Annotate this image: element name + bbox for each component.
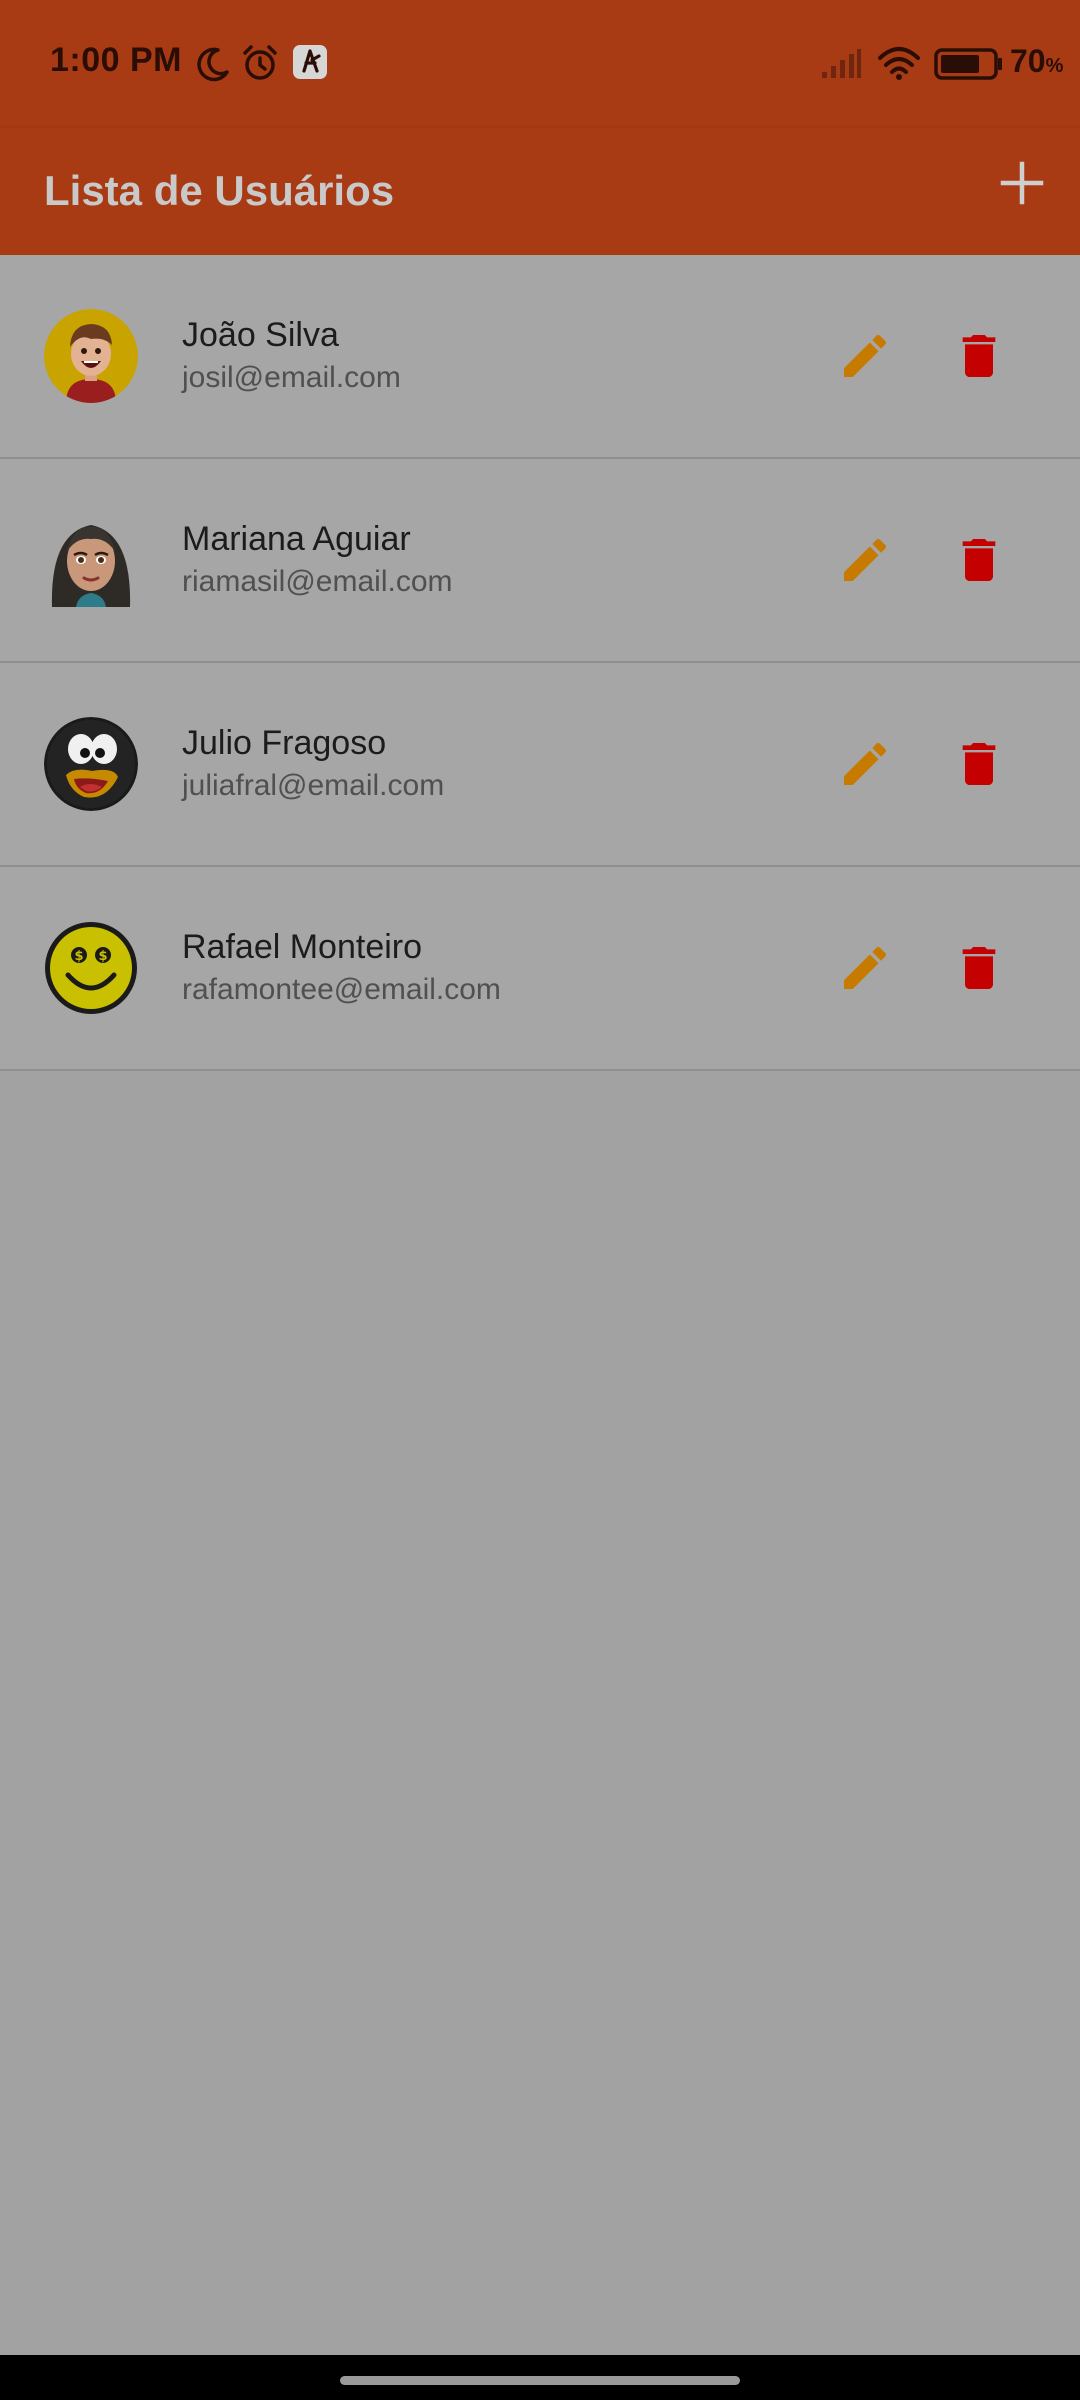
user-email: riamasil@email.com xyxy=(182,565,453,598)
add-user-button[interactable] xyxy=(990,153,1054,217)
moon-icon xyxy=(196,46,230,87)
svg-text:$: $ xyxy=(98,949,107,964)
battery-percent-sign: % xyxy=(1045,55,1064,77)
cartoon-woman-avatar xyxy=(44,513,138,607)
dollar-smiley-avatar: $ $ xyxy=(45,922,137,1014)
cartoon-penguin-avatar xyxy=(44,717,138,811)
user-email: rafamontee@email.com xyxy=(182,973,501,1006)
list-item[interactable]: Mariana Aguiar riamasil@email.com xyxy=(0,459,1080,663)
avatar xyxy=(44,717,138,811)
user-name: João Silva xyxy=(182,316,339,354)
trash-icon xyxy=(951,734,1007,799)
user-list: João Silva josil@email.com Mariana Aguia… xyxy=(0,255,1080,1071)
status-time: 1:00 PM xyxy=(50,41,182,79)
trash-icon xyxy=(951,326,1007,391)
user-name: Rafael Monteiro xyxy=(182,928,423,966)
edit-user-button[interactable] xyxy=(832,937,898,1003)
app-bar: Lista de Usuários xyxy=(0,128,1080,255)
user-email: juliafral@email.com xyxy=(182,769,445,802)
pencil-icon xyxy=(837,532,893,593)
pencil-icon xyxy=(837,328,893,389)
screen: 1:00 PM 70% Lista de Usuários João Silva… xyxy=(0,0,1080,2400)
plus-icon xyxy=(1000,161,1044,210)
user-name: Mariana Aguiar xyxy=(182,520,411,558)
pencil-icon xyxy=(837,940,893,1001)
svg-text:$: $ xyxy=(74,949,83,964)
avatar: $ $ xyxy=(44,921,138,1015)
page-title: Lista de Usuários xyxy=(44,167,395,214)
wifi-icon xyxy=(878,46,920,85)
home-indicator[interactable] xyxy=(340,2376,740,2385)
delete-user-button[interactable] xyxy=(948,733,1010,799)
trash-icon xyxy=(951,938,1007,1003)
cartoon-boy-avatar xyxy=(44,309,138,403)
edit-user-button[interactable] xyxy=(832,325,898,391)
signal-icon xyxy=(820,48,862,85)
alarm-icon xyxy=(241,44,279,87)
user-name: Julio Fragoso xyxy=(182,724,387,762)
user-email: josil@email.com xyxy=(182,361,401,394)
battery-percent-value: 70 xyxy=(1010,43,1046,79)
battery-percentage: 70% xyxy=(1010,43,1063,80)
list-item[interactable]: Julio Fragoso juliafral@email.com xyxy=(0,663,1080,867)
list-item[interactable]: $ $ Rafael Monteiro rafamontee@email.com xyxy=(0,867,1080,1071)
app-notification-icon xyxy=(292,44,328,85)
delete-user-button[interactable] xyxy=(948,937,1010,1003)
trash-icon xyxy=(951,530,1007,595)
pencil-icon xyxy=(837,736,893,797)
delete-user-button[interactable] xyxy=(948,529,1010,595)
delete-user-button[interactable] xyxy=(948,325,1010,391)
navigation-bar xyxy=(0,2355,1080,2400)
edit-user-button[interactable] xyxy=(832,733,898,799)
edit-user-button[interactable] xyxy=(832,529,898,595)
list-item[interactable]: João Silva josil@email.com xyxy=(0,255,1080,459)
avatar xyxy=(44,309,138,403)
avatar xyxy=(44,513,138,607)
status-bar: 1:00 PM 70% xyxy=(0,0,1080,128)
battery-icon xyxy=(934,48,1004,85)
